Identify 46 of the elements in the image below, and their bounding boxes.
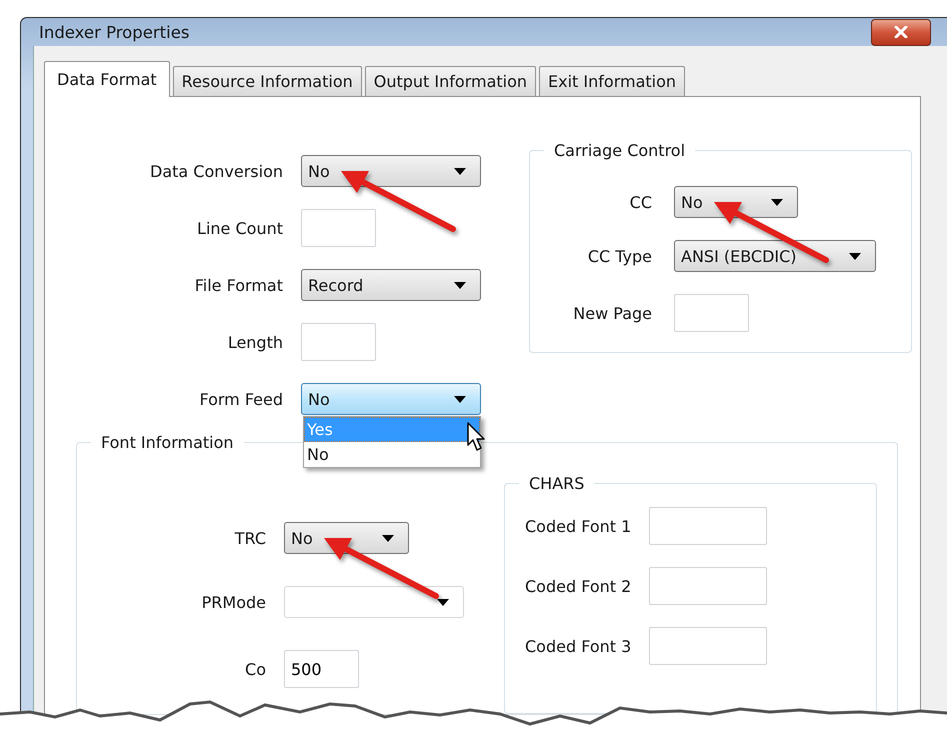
dropdown[interactable]: No [284, 522, 409, 554]
field-label: Coded Font 3 [525, 636, 632, 656]
field-label: Coded Font 1 [525, 516, 632, 536]
field-label: Coded Font 2 [525, 576, 632, 596]
field-label: Line Count [196, 218, 283, 238]
field-label: File Format [194, 276, 283, 294]
caret-icon [849, 252, 861, 260]
caret-icon [454, 168, 466, 174]
input-field[interactable]: 500 [284, 650, 359, 688]
field-label: CC [628, 192, 652, 212]
field-label: PRMode [200, 592, 266, 612]
close-button[interactable] [871, 18, 931, 46]
field-label: Co [244, 660, 266, 678]
field-label: TRC [234, 528, 266, 548]
caret-icon [437, 598, 449, 606]
caret-icon [454, 396, 466, 402]
dropdown[interactable]: No [674, 186, 798, 218]
dropdown[interactable] [284, 586, 464, 618]
close-icon [894, 26, 908, 38]
caret-icon [771, 198, 783, 206]
field-label: Form Feed [198, 390, 283, 408]
group-title: Font Information [100, 433, 235, 452]
dropdown[interactable]: No [301, 155, 481, 187]
dropdown[interactable]: ANSI (EBCDIC) [674, 240, 876, 272]
caret-icon [454, 282, 466, 288]
input-field[interactable] [649, 507, 768, 545]
tab[interactable]: Resource Information [172, 66, 362, 96]
input-field[interactable] [649, 567, 768, 605]
dropdown[interactable]: Record [301, 269, 481, 301]
input-field[interactable] [301, 323, 376, 361]
caret-icon [382, 534, 394, 542]
window-title: Indexer Properties [39, 22, 190, 42]
tab[interactable]: Exit Information [539, 66, 686, 96]
group-title: Carriage Control [553, 141, 686, 160]
input-field[interactable] [649, 627, 768, 665]
field-label: Data Conversion [149, 162, 283, 180]
dropdown-option[interactable]: No [304, 442, 480, 467]
dropdown[interactable]: No [301, 383, 481, 415]
input-field[interactable] [301, 209, 376, 247]
field-label: New Page [572, 304, 652, 322]
tab[interactable]: Output Information [364, 66, 536, 96]
input-field[interactable] [674, 294, 749, 332]
group-title: CHARS [528, 474, 586, 493]
field-label: CC Type [586, 246, 652, 266]
tab[interactable]: Data Format [44, 61, 170, 97]
field-label: Length [226, 332, 283, 352]
